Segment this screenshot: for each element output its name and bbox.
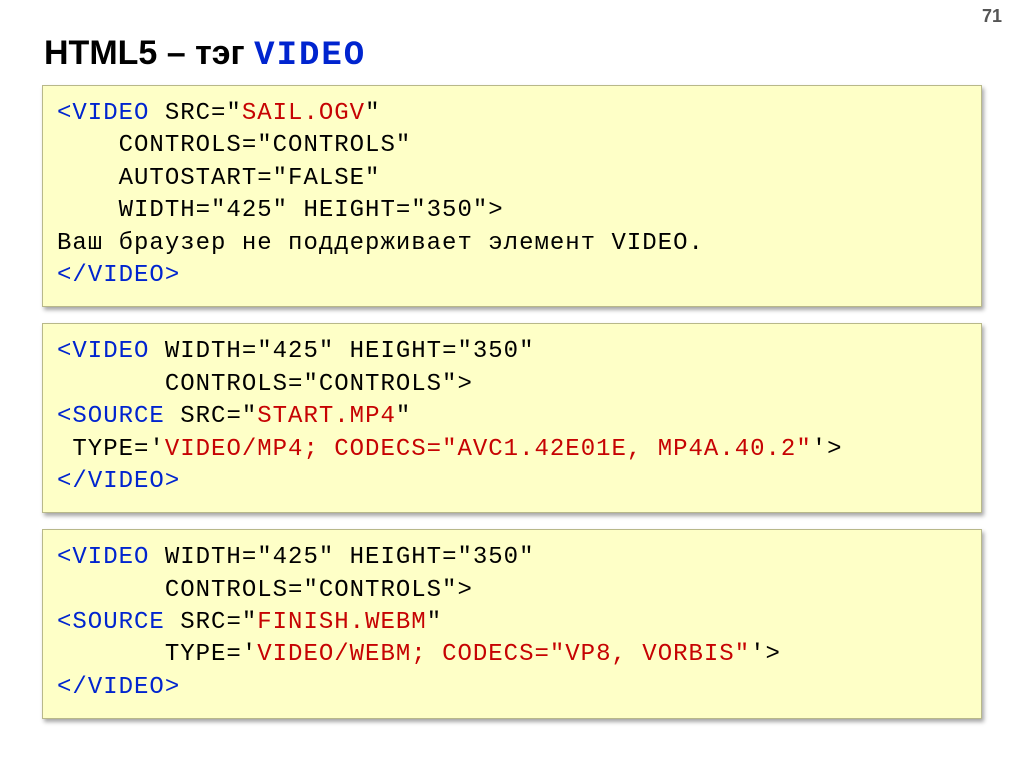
attr-type: TYPE=' xyxy=(57,436,165,463)
page-number: 71 xyxy=(982,6,1002,27)
slide: 71 HTML5 – тэг VIDEO <VIDEO SRC="SAIL.OG… xyxy=(0,0,1024,767)
attr-type: TYPE=' xyxy=(57,641,257,668)
code3-line5: </VIDEO> xyxy=(57,672,967,704)
attrs-wh: WIDTH="425" HEIGHT="350" xyxy=(149,544,534,571)
title-tag: VIDEO xyxy=(254,37,366,75)
slide-title: HTML5 – тэг VIDEO xyxy=(44,34,982,75)
attr-src: SRC=" xyxy=(165,403,257,430)
attrs-wh: WIDTH="425" HEIGHT="350" xyxy=(149,338,534,365)
code1-line1: <VIDEO SRC="SAIL.OGV" xyxy=(57,98,967,130)
angle-open: < xyxy=(57,544,72,571)
code-block-2: <VIDEO WIDTH="425" HEIGHT="350" CONTROLS… xyxy=(42,323,982,513)
code3-line1: <VIDEO WIDTH="425" HEIGHT="350" xyxy=(57,542,967,574)
code2-line4: TYPE='VIDEO/MP4; CODECS="AVC1.42E01E, MP… xyxy=(57,434,967,466)
tag-video: VIDEO xyxy=(72,100,149,127)
code2-line3: <SOURCE SRC="START.MP4" xyxy=(57,401,967,433)
val-codecs-webm: VIDEO/WEBM; CODECS="VP8, VORBIS" xyxy=(257,641,750,668)
code1-line2: CONTROLS="CONTROLS" xyxy=(57,130,967,162)
val-sail-ogv: SAIL.OGV xyxy=(242,100,365,127)
val-finish-webm: FINISH.WEBM xyxy=(257,609,426,636)
code2-line2: CONTROLS="CONTROLS"> xyxy=(57,369,967,401)
code3-line3: <SOURCE SRC="FINISH.WEBM" xyxy=(57,607,967,639)
angle-open: < xyxy=(57,609,72,636)
angle-open: < xyxy=(57,403,72,430)
val-start-mp4: START.MP4 xyxy=(257,403,396,430)
quote-close: " xyxy=(427,609,442,636)
code1-line6: </VIDEO> xyxy=(57,260,967,292)
val-codecs-mp4: VIDEO/MP4; CODECS="AVC1.42E01E, MP4A.40.… xyxy=(165,436,812,463)
attr-src: SRC=" xyxy=(149,100,241,127)
type-close: '> xyxy=(812,436,843,463)
code2-line5: </VIDEO> xyxy=(57,466,967,498)
tag-video-close: VIDEO xyxy=(88,674,165,701)
quote-close: " xyxy=(396,403,411,430)
code-block-3: <VIDEO WIDTH="425" HEIGHT="350" CONTROLS… xyxy=(42,529,982,719)
attr-src: SRC=" xyxy=(165,609,257,636)
angle-close-open: </ xyxy=(57,674,88,701)
code3-line2: CONTROLS="CONTROLS"> xyxy=(57,575,967,607)
tag-source: SOURCE xyxy=(72,403,164,430)
code-block-1: <VIDEO SRC="SAIL.OGV" CONTROLS="CONTROLS… xyxy=(42,85,982,307)
angle-close: > xyxy=(165,468,180,495)
title-prefix: HTML5 – тэг xyxy=(44,34,254,72)
type-close: '> xyxy=(750,641,781,668)
code1-line3: AUTOSTART="FALSE" xyxy=(57,163,967,195)
tag-video: VIDEO xyxy=(72,544,149,571)
tag-video-close: VIDEO xyxy=(88,468,165,495)
code3-line4: TYPE='VIDEO/WEBM; CODECS="VP8, VORBIS"'> xyxy=(57,639,967,671)
tag-video: VIDEO xyxy=(72,338,149,365)
angle-close: > xyxy=(165,262,180,289)
tag-source: SOURCE xyxy=(72,609,164,636)
angle-close-open: </ xyxy=(57,262,88,289)
angle-close-open: </ xyxy=(57,468,88,495)
code1-line4: WIDTH="425" HEIGHT="350"> xyxy=(57,195,967,227)
tag-video-close: VIDEO xyxy=(88,262,165,289)
quote-close: " xyxy=(365,100,380,127)
angle-open: < xyxy=(57,338,72,365)
code2-line1: <VIDEO WIDTH="425" HEIGHT="350" xyxy=(57,336,967,368)
code1-line5: Ваш браузер не поддерживает элемент VIDE… xyxy=(57,228,967,260)
angle-open: < xyxy=(57,100,72,127)
angle-close: > xyxy=(165,674,180,701)
